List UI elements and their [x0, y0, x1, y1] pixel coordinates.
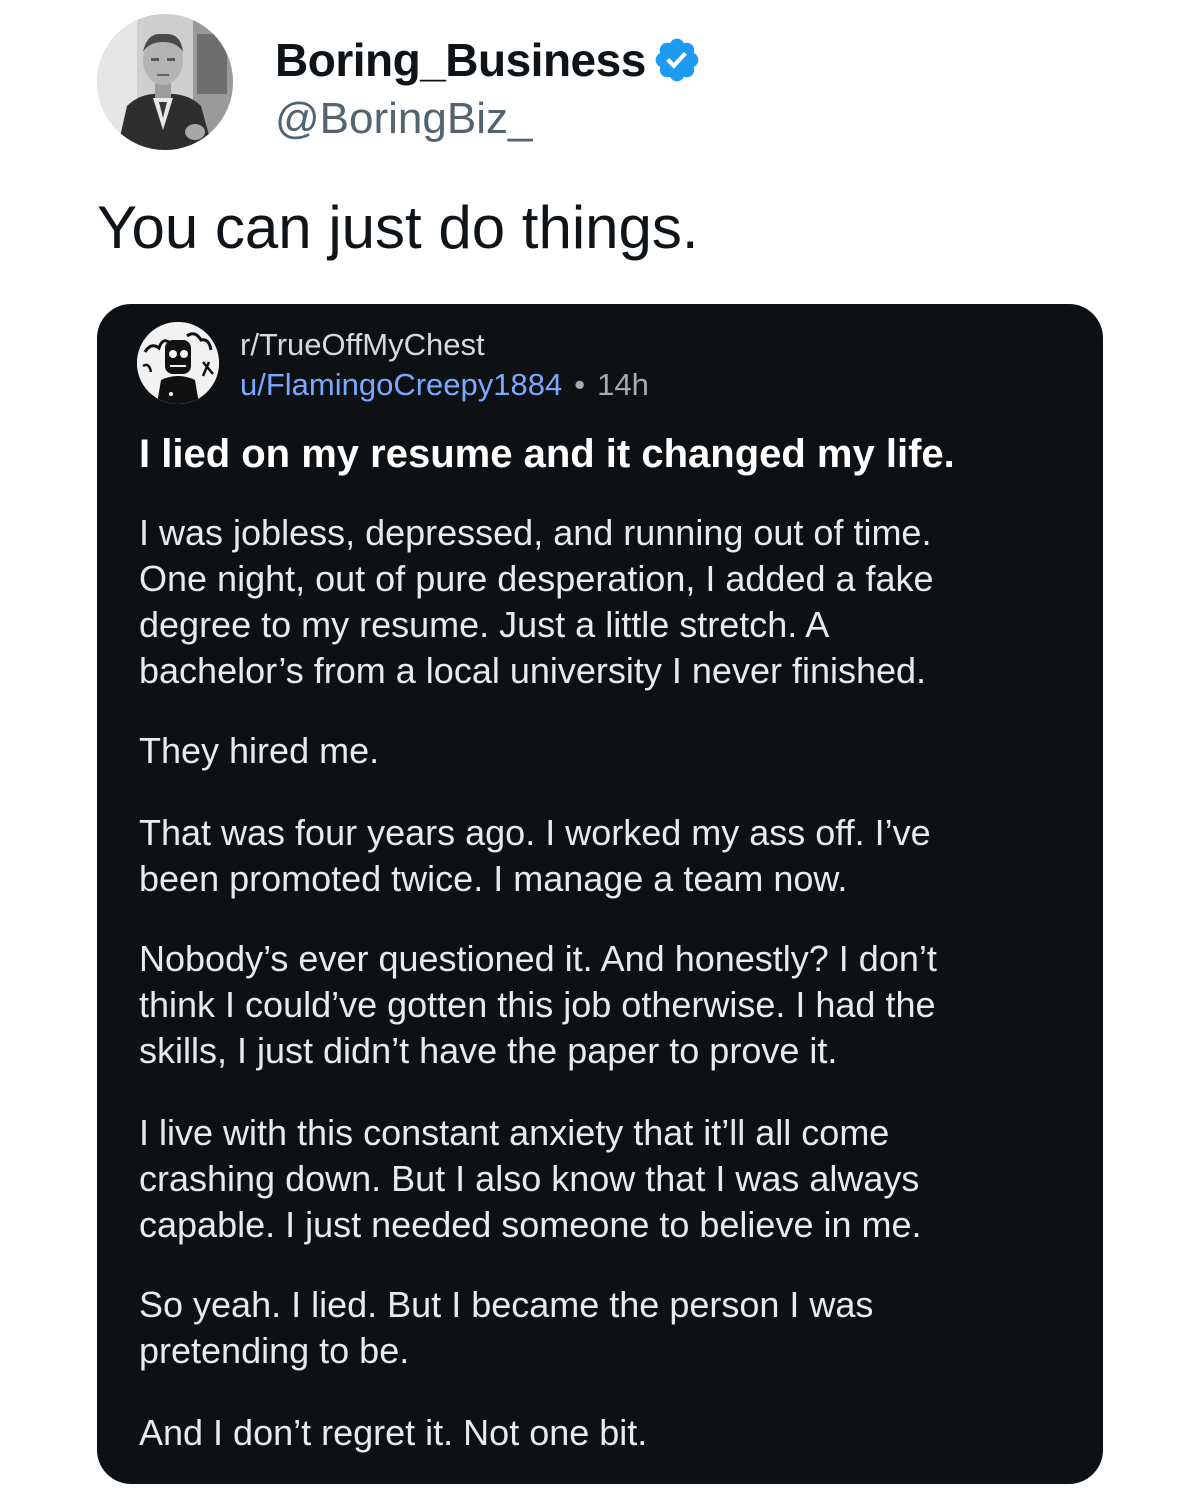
post-paragraph: Nobody’s ever questioned it. And honestl… [139, 938, 937, 1071]
post-meta: u/FlamingoCreepy1884 • 14h [240, 366, 649, 404]
tweet-text: You can just do things. [97, 194, 699, 261]
author-avatar[interactable] [97, 14, 233, 150]
author-name[interactable]: Boring_Business [275, 33, 646, 87]
post-paragraph: And I don’t regret it. Not one bit. [139, 1412, 648, 1453]
tweet-header: Boring_Business @BoringBiz_ [97, 14, 897, 154]
post-paragraph: They hired me. [139, 730, 380, 771]
author-portrait-image [97, 14, 233, 150]
post-paragraph: So yeah. I lied. But I became the person… [139, 1284, 874, 1371]
post-paragraph: I live with this constant anxiety that i… [139, 1112, 922, 1245]
reddit-post-card: r/TrueOffMyChest u/FlamingoCreepy1884 • … [97, 304, 1103, 1484]
subreddit-logo-icon [137, 322, 219, 404]
post-title: I lied on my resume and it changed my li… [139, 432, 955, 476]
author-name-row: Boring_Business [275, 32, 702, 88]
author-handle[interactable]: @BoringBiz_ [275, 94, 532, 144]
post-paragraph: I was jobless, depressed, and running ou… [139, 512, 934, 691]
post-age: 14h [597, 367, 649, 402]
post-username[interactable]: u/FlamingoCreepy1884 [240, 366, 562, 404]
meta-separator: • [574, 367, 586, 402]
verified-badge-icon [652, 35, 702, 85]
subreddit-avatar[interactable] [137, 322, 219, 404]
subreddit-name[interactable]: r/TrueOffMyChest [240, 326, 485, 364]
post-paragraph: That was four years ago. I worked my ass… [139, 812, 931, 899]
